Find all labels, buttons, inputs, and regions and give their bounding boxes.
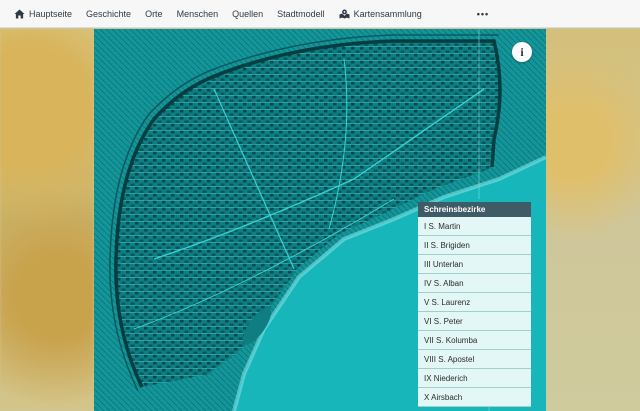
legend-item-s-alban[interactable]: IV S. Alban [418, 274, 531, 293]
nav-item-label: Hauptseite [29, 8, 73, 19]
nav-item-label: Kartensammlung [353, 8, 422, 19]
more-menu-button[interactable]: ••• [469, 9, 497, 19]
schreinsbezirke-legend: Schreinsbezirke I S. Martin II S. Brigid… [418, 202, 531, 411]
nav-item-kartensammlung[interactable]: Kartensammlung [332, 0, 429, 28]
legend-item-unterlan[interactable]: III Unterlan [418, 255, 531, 274]
nav-item-hauptseite[interactable]: Hauptseite [0, 0, 79, 28]
legend-item-airsbach[interactable]: X Airsbach [418, 388, 531, 407]
legend-item-s-kolumba[interactable]: VII S. Kolumba [418, 331, 531, 350]
info-button[interactable]: i [512, 42, 532, 62]
nav-item-label: Quellen [232, 8, 264, 19]
nav-item-label: Stadtmodell [277, 8, 325, 19]
background-map-right [546, 29, 640, 411]
map-icon [339, 9, 350, 19]
nav-item-label: Menschen [176, 8, 219, 19]
nav-item-stadtmodell[interactable]: Stadtmodell [270, 0, 332, 28]
nav-item-menschen[interactable]: Menschen [170, 0, 226, 28]
nav-item-quellen[interactable]: Quellen [225, 0, 270, 28]
legend-item-s-peter[interactable]: VI S. Peter [418, 312, 531, 331]
legend-item-s-martin[interactable]: I S. Martin [418, 217, 531, 236]
legend-item-niederich[interactable]: IX Niederich [418, 369, 531, 388]
background-map-left [0, 29, 94, 411]
nav-item-label: Geschichte [86, 8, 132, 19]
nav-item-label: Orte [145, 8, 163, 19]
nav-item-geschichte[interactable]: Geschichte [79, 0, 138, 28]
legend-title: Schreinsbezirke [418, 202, 531, 217]
home-icon [14, 8, 25, 19]
nav-item-orte[interactable]: Orte [138, 0, 170, 28]
legend-item-s-apostel[interactable]: VIII S. Apostel [418, 350, 531, 369]
legend-item-s-brigiden[interactable]: II S. Brigiden [418, 236, 531, 255]
top-navigation: Hauptseite Geschichte Orte Menschen Quel… [0, 0, 640, 28]
legend-item-s-laurenz[interactable]: V S. Laurenz [418, 293, 531, 312]
